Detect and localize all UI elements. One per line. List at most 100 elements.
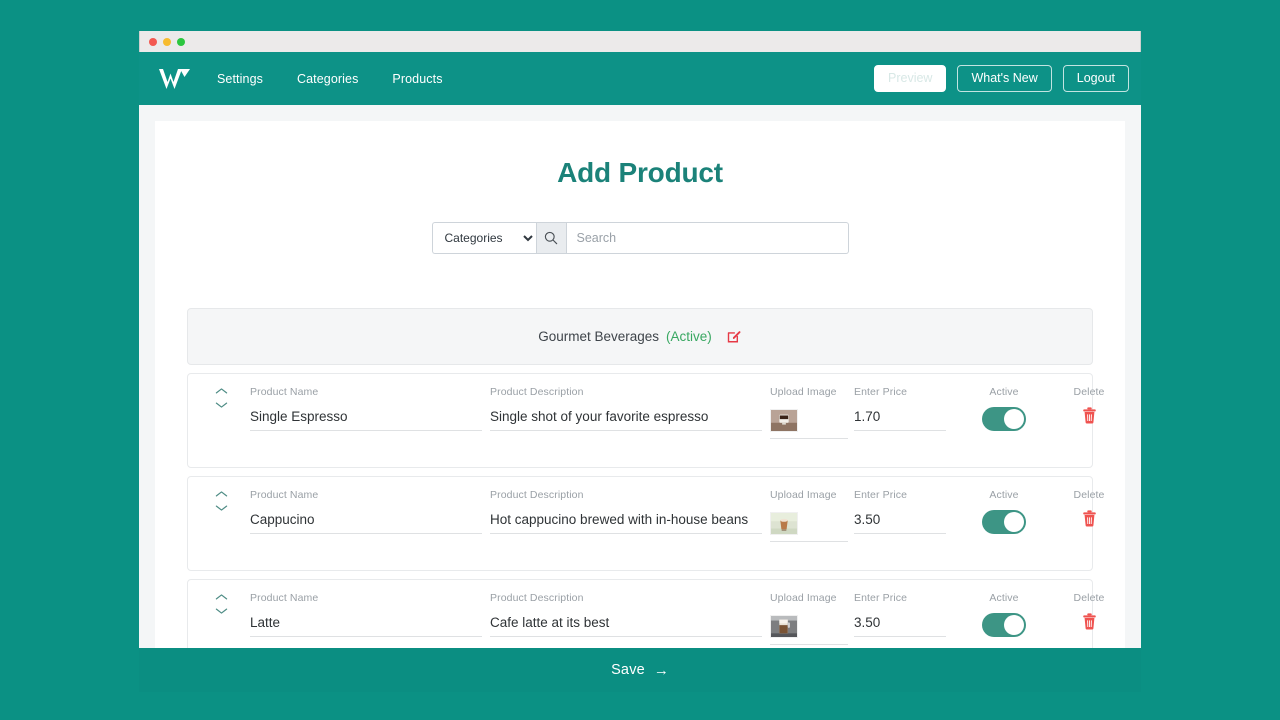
category-header-bar: Gourmet Beverages (Active)	[187, 308, 1093, 365]
window-minimize-button[interactable]	[163, 38, 171, 46]
edit-pencil-square-icon[interactable]	[727, 329, 742, 344]
row-reorder-controls	[202, 489, 240, 512]
product-active-field: Active	[956, 386, 1052, 431]
whats-new-button[interactable]: What's New	[957, 65, 1051, 93]
product-description-field: Product Description	[490, 489, 762, 534]
product-name-input[interactable]	[250, 512, 482, 534]
arrow-right-icon: →	[654, 662, 669, 679]
product-name-label: Product Name	[250, 489, 482, 501]
upload-image-button[interactable]	[770, 512, 848, 542]
chevron-down-icon[interactable]	[215, 401, 228, 409]
latte-glass-thumbnail	[770, 615, 798, 638]
toggle-knob	[1004, 409, 1024, 429]
product-delete-field: Delete	[1058, 489, 1120, 527]
enter-price-label: Enter Price	[854, 592, 946, 604]
delete-label: Delete	[1074, 489, 1105, 501]
product-description-field: Product Description	[490, 386, 762, 431]
product-image-field: Upload Image	[770, 489, 848, 542]
enter-price-label: Enter Price	[854, 386, 946, 398]
delete-label: Delete	[1074, 386, 1105, 398]
row-reorder-controls	[202, 386, 240, 409]
product-list: Product Name Product Description Upload …	[187, 373, 1093, 674]
espresso-cup-thumbnail	[770, 409, 798, 432]
product-active-field: Active	[956, 592, 1052, 637]
trash-icon[interactable]	[1082, 407, 1097, 424]
search-row: Categories	[187, 222, 1093, 254]
product-name-input[interactable]	[250, 615, 482, 637]
product-name-field: Product Name	[250, 386, 482, 431]
page-title: Add Product	[187, 157, 1093, 189]
save-button-label: Save	[611, 662, 645, 678]
w-logo-icon[interactable]	[155, 65, 195, 93]
product-name-label: Product Name	[250, 386, 482, 398]
enter-price-label: Enter Price	[854, 489, 946, 501]
product-name-label: Product Name	[250, 592, 482, 604]
nav-link-products[interactable]: Products	[392, 72, 442, 86]
chevron-up-icon[interactable]	[215, 593, 228, 601]
product-description-label: Product Description	[490, 386, 762, 398]
toggle-knob	[1004, 615, 1024, 635]
product-active-field: Active	[956, 489, 1052, 534]
product-description-label: Product Description	[490, 489, 762, 501]
cappuccino-cup-thumbnail	[770, 512, 798, 535]
active-toggle[interactable]	[982, 613, 1026, 637]
search-group: Categories	[432, 222, 849, 254]
upload-image-button[interactable]	[770, 615, 848, 645]
upload-image-label: Upload Image	[770, 489, 848, 501]
chevron-up-icon[interactable]	[215, 387, 228, 395]
nav-link-settings[interactable]: Settings	[217, 72, 263, 86]
trash-icon[interactable]	[1082, 510, 1097, 527]
product-name-field: Product Name	[250, 489, 482, 534]
window-maximize-button[interactable]	[177, 38, 185, 46]
chevron-down-icon[interactable]	[215, 504, 228, 512]
product-price-input[interactable]	[854, 512, 946, 534]
nav-link-categories[interactable]: Categories	[297, 72, 358, 86]
page-body: Add Product Categories	[139, 105, 1141, 692]
category-status-badge: (Active)	[666, 329, 712, 344]
active-toggle[interactable]	[982, 407, 1026, 431]
logout-button[interactable]: Logout	[1063, 65, 1129, 93]
window-close-button[interactable]	[149, 38, 157, 46]
product-name-field: Product Name	[250, 592, 482, 637]
toggle-knob	[1004, 512, 1024, 532]
nav-links: Settings Categories Products	[217, 72, 443, 86]
table-row: Product Name Product Description Upload …	[187, 373, 1093, 468]
upload-image-label: Upload Image	[770, 386, 848, 398]
active-label: Active	[989, 489, 1018, 501]
product-price-field: Enter Price	[854, 592, 946, 637]
product-description-field: Product Description	[490, 592, 762, 637]
product-description-label: Product Description	[490, 592, 762, 604]
window-titlebar	[139, 31, 1141, 52]
product-description-input[interactable]	[490, 512, 762, 534]
active-label: Active	[989, 386, 1018, 398]
table-row: Product Name Product Description Upload …	[187, 476, 1093, 571]
navbar-actions: Preview What's New Logout	[874, 65, 1129, 93]
browser-window: Settings Categories Products Preview Wha…	[139, 31, 1141, 692]
save-button[interactable]: Save →	[139, 648, 1141, 692]
delete-label: Delete	[1074, 592, 1105, 604]
chevron-down-icon[interactable]	[215, 607, 228, 615]
product-name-input[interactable]	[250, 409, 482, 431]
product-description-input[interactable]	[490, 409, 762, 431]
product-delete-field: Delete	[1058, 592, 1120, 630]
category-name: Gourmet Beverages	[538, 329, 659, 344]
product-image-field: Upload Image	[770, 592, 848, 645]
product-price-field: Enter Price	[854, 489, 946, 534]
product-price-field: Enter Price	[854, 386, 946, 431]
category-select[interactable]: Categories	[432, 222, 536, 254]
content-card: Add Product Categories	[155, 121, 1125, 692]
product-price-input[interactable]	[854, 615, 946, 637]
active-label: Active	[989, 592, 1018, 604]
search-input[interactable]	[567, 222, 849, 254]
active-toggle[interactable]	[982, 510, 1026, 534]
trash-icon[interactable]	[1082, 613, 1097, 630]
upload-image-label: Upload Image	[770, 592, 848, 604]
product-price-input[interactable]	[854, 409, 946, 431]
preview-button[interactable]: Preview	[874, 65, 946, 93]
chevron-up-icon[interactable]	[215, 490, 228, 498]
upload-image-button[interactable]	[770, 409, 848, 439]
search-icon[interactable]	[536, 222, 567, 254]
product-delete-field: Delete	[1058, 386, 1120, 424]
app-navbar: Settings Categories Products Preview Wha…	[139, 52, 1141, 105]
product-description-input[interactable]	[490, 615, 762, 637]
